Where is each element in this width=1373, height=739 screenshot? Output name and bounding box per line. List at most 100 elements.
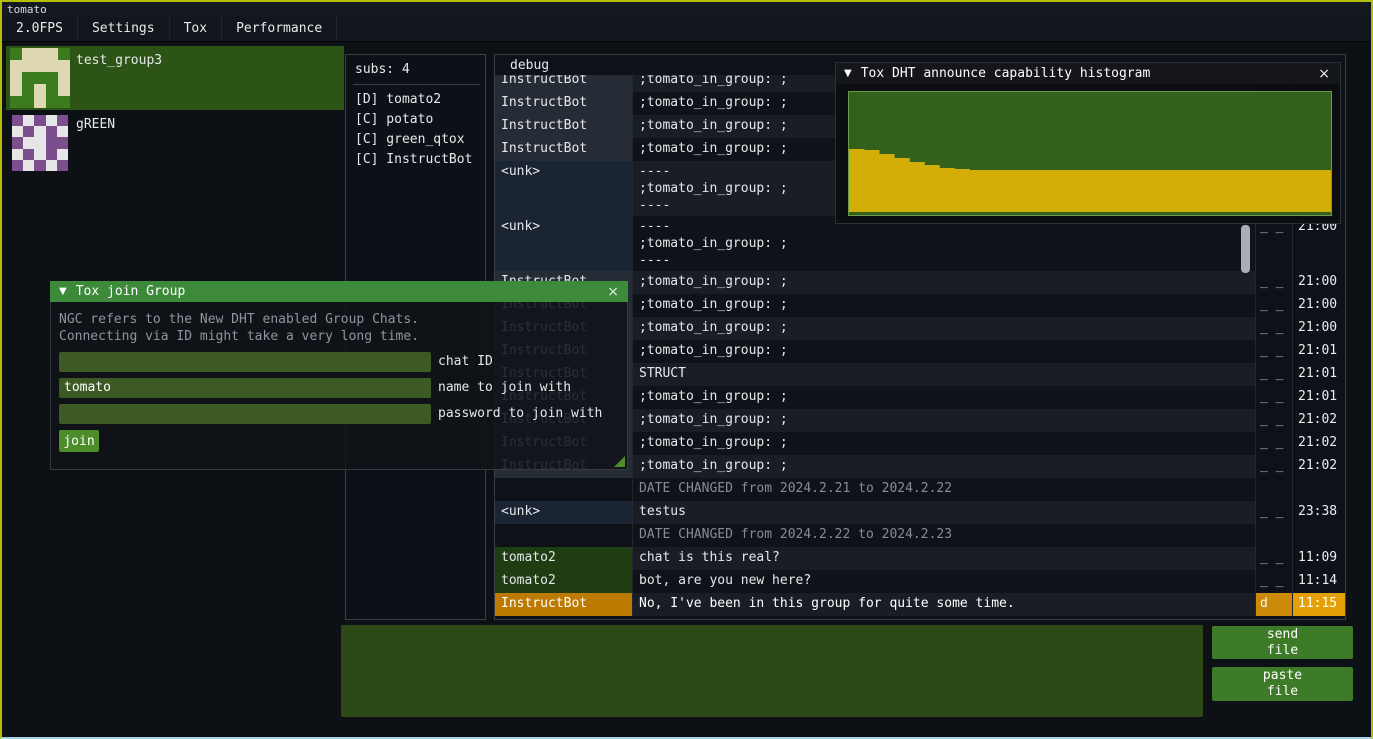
chat-row-author: tomato2 (495, 547, 632, 570)
menu-item-performance[interactable]: Performance (222, 17, 337, 41)
chat-row-status: _ _ (1255, 547, 1292, 570)
chat-row-message: DATE CHANGED from 2024.2.21 to 2024.2.22 (632, 478, 1255, 501)
contact-name: gREEN (76, 117, 115, 132)
subs-count: subs: 4 (355, 62, 485, 77)
chat-row-author: <unk> (495, 161, 632, 216)
join-input[interactable]: tomato (59, 378, 431, 398)
chat-row-time: 21:00 (1292, 271, 1345, 294)
histogram-plot-svg (849, 92, 1331, 215)
window-titlebar[interactable]: tomato (2, 2, 1371, 17)
chat-row-message: STRUCT (632, 363, 1255, 386)
dht-histogram-body (835, 84, 1341, 224)
chat-row-author: tomato2 (495, 570, 632, 593)
collapse-arrow-icon[interactable]: ▼ (844, 68, 852, 79)
chat-row-time: 21:00 (1292, 216, 1345, 271)
join-input[interactable] (59, 404, 431, 424)
chat-row-message: testus (632, 501, 1255, 524)
chat-row-message: ;tomato_in_group: ; (632, 294, 1255, 317)
chat-row[interactable]: InstructBotNo, I've been in this group f… (495, 593, 1345, 616)
chat-row-status: _ _ (1255, 455, 1292, 478)
chat-row-message: ;tomato_in_group: ; (632, 409, 1255, 432)
chat-row[interactable]: DATE CHANGED from 2024.2.22 to 2024.2.23 (495, 524, 1345, 547)
member-item[interactable]: [C] green_qtox (355, 130, 485, 150)
chat-row-time: 23:38 (1292, 501, 1345, 524)
contact-green[interactable]: gREEN (6, 112, 344, 175)
chat-row-time: 11:09 (1292, 547, 1345, 570)
chat-row-time: 21:01 (1292, 340, 1345, 363)
chat-row-time: 21:00 (1292, 294, 1345, 317)
join-group-titlebar[interactable]: ▼ Tox join Group × (50, 281, 628, 302)
contact-test-group3[interactable]: test_group3 (6, 46, 344, 110)
chat-row-status: _ _ (1255, 409, 1292, 432)
chat-row-message: ;tomato_in_group: ; (632, 317, 1255, 340)
close-icon[interactable]: × (1318, 66, 1330, 82)
menu-item-tox[interactable]: Tox (170, 17, 222, 41)
join-input-label: password to join with (438, 404, 602, 424)
chat-row-status (1255, 524, 1292, 547)
member-item[interactable]: [C] potato (355, 110, 485, 130)
dht-histogram-titlebar[interactable]: ▼ Tox DHT announce capability histogram … (835, 62, 1341, 84)
chat-row-status (1255, 478, 1292, 501)
member-item[interactable]: [D] tomato2 (355, 90, 485, 110)
chat-row-time (1292, 524, 1345, 547)
join-input-label: name to join with (438, 378, 571, 398)
chat-row-message: ;tomato_in_group: ; (632, 386, 1255, 409)
chat-row-author: <unk> (495, 501, 632, 524)
chat-row-message: DATE CHANGED from 2024.2.22 to 2024.2.23 (632, 524, 1255, 547)
join-info-line2: Connecting via ID might take a very long… (59, 328, 619, 345)
chat-row[interactable]: <unk>---- ;tomato_in_group: ; ----_ _21:… (495, 216, 1345, 271)
chat-row-status: _ _ (1255, 271, 1292, 294)
chat-row-time: 21:00 (1292, 317, 1345, 340)
chat-row-author (495, 524, 632, 547)
chat-row-author: InstructBot (495, 138, 632, 161)
join-info-line1: NGC refers to the New DHT enabled Group … (59, 311, 619, 328)
close-icon[interactable]: × (607, 284, 619, 300)
chat-row-message: ;tomato_in_group: ; (632, 340, 1255, 363)
chat-row-message: ---- ;tomato_in_group: ; ---- (632, 216, 1255, 271)
histogram-plot[interactable] (848, 91, 1332, 216)
contact-name: test_group3 (76, 53, 162, 68)
dht-histogram-window: ▼ Tox DHT announce capability histogram … (835, 62, 1341, 224)
chat-row-status: _ _ (1255, 386, 1292, 409)
send-file-button[interactable]: send file (1212, 626, 1353, 659)
chat-scrollbar-thumb[interactable] (1241, 225, 1250, 273)
join-group-title: Tox join Group (76, 284, 186, 299)
chat-row-time: 11:15 (1292, 593, 1345, 616)
chat-row-time: 21:01 (1292, 363, 1345, 386)
join-input[interactable] (59, 352, 431, 372)
chat-row-message: ;tomato_in_group: ; (632, 271, 1255, 294)
join-group-body: NGC refers to the New DHT enabled Group … (50, 302, 628, 470)
chat-row-author: InstructBot (495, 593, 632, 616)
join-group-window: ▼ Tox join Group × NGC refers to the New… (50, 281, 628, 470)
chat-row-time: 21:02 (1292, 455, 1345, 478)
member-list: [D] tomato2[C] potato[C] green_qtox[C] I… (355, 90, 485, 170)
menu-item-2-0fps[interactable]: 2.0FPS (2, 17, 78, 41)
chat-row[interactable]: tomato2bot, are you new here?_ _11:14 (495, 570, 1345, 593)
chat-row-status: _ _ (1255, 340, 1292, 363)
message-input[interactable] (341, 625, 1203, 717)
chat-row-status: _ _ (1255, 432, 1292, 455)
member-item[interactable]: [C] InstructBot (355, 150, 485, 170)
window-title: tomato (7, 3, 47, 16)
chat-row[interactable]: DATE CHANGED from 2024.2.21 to 2024.2.22 (495, 478, 1345, 501)
chat-row-status: _ _ (1255, 363, 1292, 386)
resize-grip-icon[interactable] (614, 456, 625, 467)
join-input-label: chat ID (438, 352, 493, 372)
chat-row[interactable]: <unk>testus_ _23:38 (495, 501, 1345, 524)
menu-item-settings[interactable]: Settings (78, 17, 170, 41)
join-button[interactable]: join (59, 430, 99, 452)
chat-row-time: 21:01 (1292, 386, 1345, 409)
chat-row-status: _ _ (1255, 317, 1292, 340)
chat-row[interactable]: tomato2chat is this real?_ _11:09 (495, 547, 1345, 570)
chat-row-author: InstructBot (495, 75, 632, 92)
group-avatar-green (12, 115, 68, 171)
chat-row-time: 11:14 (1292, 570, 1345, 593)
chat-row-status: _ _ (1255, 570, 1292, 593)
collapse-arrow-icon[interactable]: ▼ (59, 286, 67, 297)
chat-row-status: _ _ (1255, 216, 1292, 271)
dht-histogram-title: Tox DHT announce capability histogram (861, 66, 1151, 81)
menu-bar: 2.0FPSSettingsToxPerformance (2, 17, 1371, 42)
chat-row-message: No, I've been in this group for quite so… (632, 593, 1255, 616)
chat-row-message: ;tomato_in_group: ; (632, 432, 1255, 455)
paste-file-button[interactable]: paste file (1212, 667, 1353, 701)
